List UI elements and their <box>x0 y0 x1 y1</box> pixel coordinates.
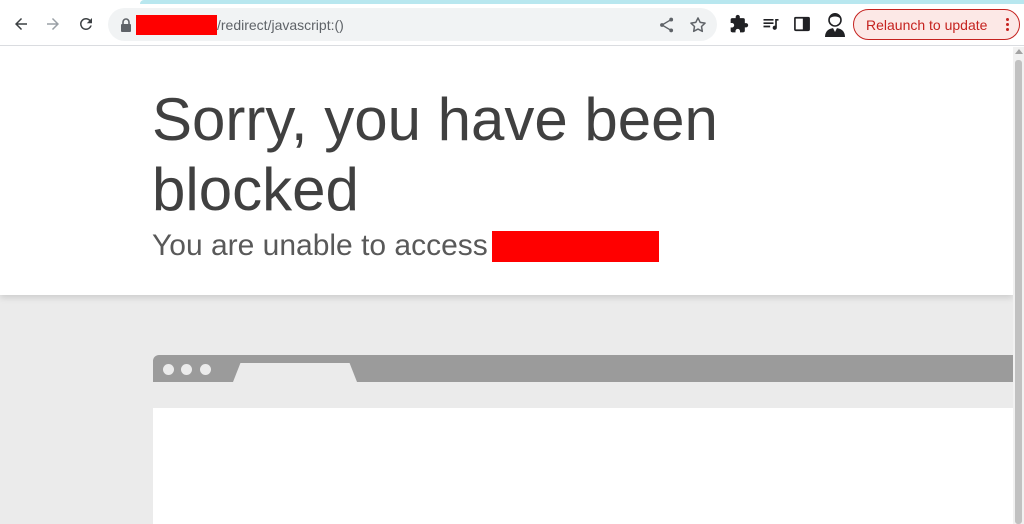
forward-arrow-icon <box>47 18 59 30</box>
back-button[interactable] <box>6 9 36 39</box>
share-icon[interactable] <box>657 15 677 35</box>
extensions-icon <box>730 14 749 33</box>
illustration-page <box>153 408 1013 524</box>
side-panel-icon <box>794 16 810 32</box>
scrollbar-thumb[interactable] <box>1015 60 1022 524</box>
redacted-site-name <box>492 231 659 262</box>
profile-avatar-icon <box>825 13 845 37</box>
side-panel-button[interactable] <box>791 13 813 35</box>
blocked-subtitle: You are unable to access <box>152 229 488 262</box>
illustration-area <box>0 295 1013 524</box>
illustration-dot <box>163 364 174 375</box>
forward-button[interactable] <box>38 9 68 39</box>
illustration-toolbar <box>153 382 1013 408</box>
browser-toolbar: /redirect/javascript:() Relaunch to upda… <box>0 4 1024 46</box>
reload-button[interactable] <box>71 9 101 39</box>
browser-illustration <box>153 355 1013 524</box>
star-icon[interactable] <box>688 15 708 35</box>
illustration-tab <box>233 363 357 382</box>
lock-icon[interactable] <box>120 18 132 32</box>
media-queue-button[interactable] <box>760 13 782 35</box>
scroll-up-arrow-icon[interactable] <box>1015 49 1023 54</box>
illustration-title-bar <box>153 355 1013 382</box>
blocked-header: Sorry, you have been blocked You are una… <box>0 47 1013 295</box>
reload-icon <box>80 17 92 30</box>
page-title: Sorry, you have been blocked <box>152 86 718 223</box>
relaunch-to-update-button[interactable]: Relaunch to update <box>853 9 1020 40</box>
illustration-dot <box>200 364 211 375</box>
relaunch-label: Relaunch to update <box>866 16 988 33</box>
media-queue-icon <box>763 19 779 30</box>
address-bar[interactable]: /redirect/javascript:() <box>108 8 717 41</box>
vertical-scrollbar[interactable] <box>1013 47 1024 524</box>
extensions-button[interactable] <box>728 13 750 35</box>
url-text[interactable]: /redirect/javascript:() <box>217 15 344 35</box>
illustration-dot <box>181 364 192 375</box>
redacted-domain <box>136 15 217 35</box>
profile-button[interactable] <box>823 11 847 37</box>
more-menu-icon[interactable] <box>1006 18 1010 32</box>
back-arrow-icon <box>15 18 27 30</box>
page-viewport: Sorry, you have been blocked You are una… <box>0 47 1013 524</box>
